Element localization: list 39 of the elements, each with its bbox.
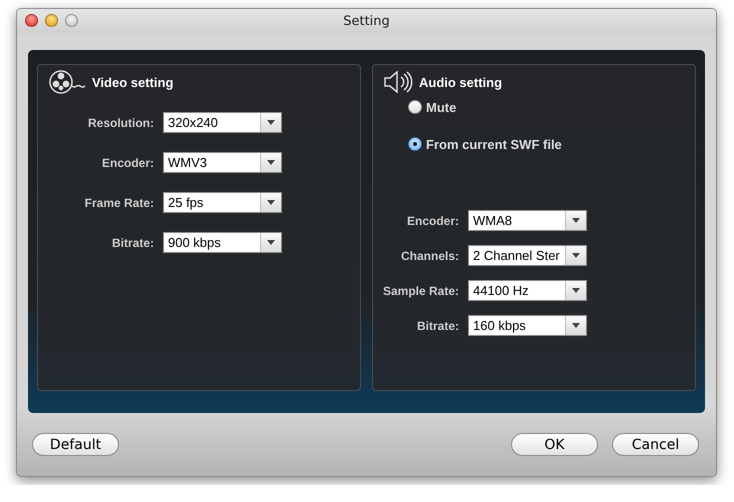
- zoom-icon[interactable]: [65, 14, 78, 27]
- caret-icon: [267, 240, 275, 245]
- field-label: Encoder:: [100, 156, 154, 170]
- field-label: Resolution:: [87, 116, 154, 130]
- action-button[interactable]: OK: [511, 433, 598, 456]
- action-button[interactable]: Default: [32, 433, 119, 456]
- minimize-icon[interactable]: [45, 14, 58, 27]
- caret-icon: [572, 218, 580, 223]
- radio-button[interactable]: [408, 100, 422, 114]
- field-label: Encoder:: [406, 214, 460, 228]
- dropdown[interactable]: 44100 Hz: [468, 280, 588, 301]
- speaker-icon: [384, 70, 412, 94]
- radio-button[interactable]: [408, 137, 422, 151]
- caret-icon: [267, 160, 275, 165]
- radio-label[interactable]: Mute: [426, 100, 456, 114]
- dropdown[interactable]: 160 kbps: [468, 315, 588, 336]
- dropdown[interactable]: 900 kbps: [163, 232, 282, 253]
- panel-title: Video setting: [92, 74, 174, 90]
- caret-icon: [267, 200, 275, 205]
- close-icon[interactable]: [25, 14, 38, 27]
- field-label: Frame Rate:: [84, 196, 154, 210]
- film-reel-icon: [49, 70, 86, 94]
- dropdown[interactable]: 25 fps: [163, 192, 282, 213]
- dropdown[interactable]: 2 Channel Ster: [468, 245, 588, 266]
- caret-icon: [572, 288, 580, 293]
- window-title: Setting: [343, 14, 390, 28]
- panel-title: Audio setting: [419, 74, 502, 90]
- field-label: Bitrate:: [416, 318, 460, 332]
- dropdown[interactable]: WMV3: [163, 152, 282, 173]
- caret-icon: [572, 323, 580, 328]
- dropdown[interactable]: 320x240: [163, 112, 282, 133]
- caret-icon: [572, 253, 580, 258]
- field-label: Channels:: [400, 248, 460, 262]
- field-label: Bitrate:: [110, 236, 154, 250]
- field-label: Sample Rate:: [383, 284, 460, 298]
- dropdown[interactable]: WMA8: [468, 210, 588, 231]
- action-button[interactable]: Cancel: [612, 433, 699, 456]
- radio-label[interactable]: From current SWF file: [426, 136, 562, 152]
- caret-icon: [267, 120, 275, 125]
